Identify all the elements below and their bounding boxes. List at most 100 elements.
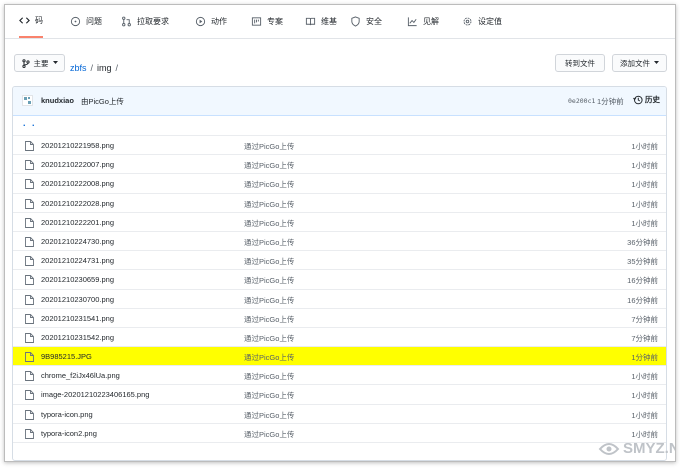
- file-commit-time: 1小时前: [631, 410, 658, 420]
- goto-file-button[interactable]: 转到文件: [555, 54, 605, 72]
- file-commit-message[interactable]: 通过PicGo上传: [244, 275, 294, 286]
- commit-author[interactable]: knudxiao: [41, 96, 74, 105]
- file-commit-message[interactable]: 通过PicGo上传: [244, 410, 294, 421]
- file-row[interactable]: 20201210224731.png 通过PicGo上传 35分钟前: [13, 251, 666, 271]
- file-commit-time: 1小时前: [631, 391, 658, 401]
- file-row[interactable]: image-20201210223406165.png 通过PicGo上传 1小时前: [13, 385, 666, 405]
- file-commit-message[interactable]: 通过PicGo上传: [244, 390, 294, 401]
- tab-label: 见解: [423, 16, 439, 26]
- file-name-link[interactable]: image-20201210223406165.png: [41, 390, 149, 399]
- file-commit-message[interactable]: 通过PicGo上传: [244, 199, 294, 210]
- commit-sha[interactable]: 0e200c1: [568, 97, 595, 105]
- file-commit-time: 1小时前: [631, 142, 658, 151]
- tab-settings[interactable]: 设定值: [462, 5, 502, 37]
- commit-time: 1分钟前: [597, 97, 624, 106]
- file-name-link[interactable]: 20201210224730.png: [41, 237, 114, 246]
- breadcrumb-repo-link[interactable]: zbfs: [70, 63, 87, 73]
- file-row[interactable]: 20201210221958.png 通过PicGo上传 1小时前: [13, 136, 666, 156]
- file-commit-message[interactable]: 通过PicGo上传: [244, 333, 294, 344]
- file-commit-message[interactable]: 通过PicGo上传: [244, 160, 294, 171]
- file-name-link[interactable]: typora-icon2.png: [41, 429, 97, 438]
- tab-wiki[interactable]: 维基: [305, 5, 337, 37]
- file-row[interactable]: 9B985215.JPG 通过PicGo上传 1分钟前: [13, 347, 666, 367]
- branch-icon: [21, 58, 30, 68]
- file-commit-message[interactable]: 通过PicGo上传: [244, 179, 294, 190]
- file-row[interactable]: 20201210222007.png 通过PicGo上传 1小时前: [13, 155, 666, 175]
- file-icon: [25, 409, 34, 420]
- watermark-mark-icon: [598, 442, 620, 455]
- tab-label: 专案: [267, 16, 283, 26]
- file-commit-message[interactable]: 通过PicGo上传: [244, 295, 294, 306]
- commit-message[interactable]: 由PicGo上传: [81, 96, 124, 107]
- file-row[interactable]: 20201210222008.png 通过PicGo上传 1小时前: [13, 174, 666, 194]
- tab-issues[interactable]: 问题: [70, 5, 102, 37]
- tab-pull-requests[interactable]: 拉取要求: [121, 5, 169, 37]
- history-link[interactable]: 历史: [633, 94, 660, 105]
- file-name-link[interactable]: 20201210221958.png: [41, 141, 114, 150]
- tab-code[interactable]: 码: [19, 5, 43, 38]
- file-name-link[interactable]: chrome_f2iJx46lUa.png: [41, 371, 120, 380]
- file-row[interactable]: typora-icon2.png 通过PicGo上传 1小时前: [13, 424, 666, 443]
- file-icon: [25, 141, 34, 151]
- tab-label: 维基: [321, 16, 337, 26]
- file-row[interactable]: 20201210224730.png 通过PicGo上传 36分钟前: [13, 232, 666, 252]
- file-name-link[interactable]: 20201210222008.png: [41, 179, 114, 188]
- file-name-link[interactable]: 20201210222028.png: [41, 199, 114, 208]
- parent-directory-row[interactable]: . .: [13, 116, 666, 136]
- file-commit-time: 1小时前: [631, 218, 658, 228]
- tab-projects[interactable]: 专案: [251, 5, 283, 37]
- file-row[interactable]: 20201210222201.png 通过PicGo上传 1小时前: [13, 213, 666, 232]
- file-row[interactable]: 20201210231541.png 通过PicGo上传 7分钟前: [13, 309, 666, 328]
- file-row[interactable]: typora-icon.png 通过PicGo上传 1小时前: [13, 405, 666, 424]
- file-commit-time: 7分钟前: [631, 314, 658, 324]
- file-commit-message[interactable]: 通过PicGo上传: [244, 429, 294, 440]
- issue-icon: [70, 16, 81, 26]
- repo-nav-tabs: 码 问题 拉取要求 动作 专案 维基 安全 见解 设定值: [5, 5, 675, 39]
- file-name-link[interactable]: 20201210230659.png: [41, 275, 114, 284]
- tab-label: 动作: [211, 16, 227, 26]
- file-name-link[interactable]: 20201210222007.png: [41, 160, 114, 169]
- file-name-link[interactable]: 20201210230700.png: [41, 295, 114, 304]
- file-commit-message[interactable]: 通过PicGo上传: [244, 371, 294, 382]
- file-commit-message[interactable]: 通过PicGo上传: [244, 141, 294, 152]
- tab-actions[interactable]: 动作: [195, 5, 227, 37]
- file-commit-message[interactable]: 通过PicGo上传: [244, 352, 294, 363]
- file-icon: [25, 256, 34, 267]
- file-row[interactable]: 20201210230659.png 通过PicGo上传 16分钟前: [13, 270, 666, 290]
- file-commit-time: 1小时前: [631, 372, 658, 382]
- file-list: 20201210221958.png 通过PicGo上传 1小时前 202012102…: [13, 136, 666, 443]
- tab-insights[interactable]: 见解: [407, 5, 439, 37]
- file-icon: [25, 313, 34, 324]
- file-commit-message[interactable]: 通过PicGo上传: [244, 256, 294, 267]
- file-name-link[interactable]: 20201210222201.png: [41, 218, 114, 227]
- tab-label: 码: [35, 16, 43, 25]
- file-icon: [25, 390, 34, 401]
- file-commit-message[interactable]: 通过PicGo上传: [244, 237, 294, 248]
- avatar[interactable]: [22, 95, 33, 106]
- file-name-link[interactable]: typora-icon.png: [41, 410, 93, 419]
- add-file-button[interactable]: 添加文件: [612, 54, 667, 72]
- project-icon: [251, 16, 262, 26]
- file-icon: [25, 275, 34, 286]
- goto-file-label: 转到文件: [565, 58, 595, 68]
- file-row[interactable]: 20201210231542.png 通过PicGo上传 7分钟前: [13, 328, 666, 348]
- add-file-label: 添加文件: [620, 58, 650, 68]
- file-icon: [25, 160, 34, 171]
- file-name-link[interactable]: 20201210231541.png: [41, 314, 114, 323]
- file-row[interactable]: chrome_f2iJx46lUa.png 通过PicGo上传 1小时前: [13, 366, 666, 386]
- book-icon: [305, 17, 316, 25]
- file-name-link[interactable]: 9B985215.JPG: [41, 352, 92, 361]
- file-name-link[interactable]: 20201210224731.png: [41, 256, 114, 265]
- parent-directory-link[interactable]: . .: [23, 118, 37, 128]
- tab-security[interactable]: 安全: [350, 5, 382, 37]
- branch-select-button[interactable]: 主要: [14, 54, 65, 72]
- tab-label: 设定值: [478, 16, 502, 26]
- file-row[interactable]: 20201210230700.png 通过PicGo上传 16分钟前: [13, 290, 666, 309]
- file-row[interactable]: 20201210222028.png 通过PicGo上传 1小时前: [13, 194, 666, 213]
- branch-label: 主要: [33, 58, 49, 68]
- play-icon: [195, 16, 206, 26]
- file-commit-message[interactable]: 通过PicGo上传: [244, 218, 294, 229]
- file-commit-time: 1小时前: [631, 161, 658, 171]
- file-name-link[interactable]: 20201210231542.png: [41, 333, 114, 342]
- file-commit-message[interactable]: 通过PicGo上传: [244, 314, 294, 325]
